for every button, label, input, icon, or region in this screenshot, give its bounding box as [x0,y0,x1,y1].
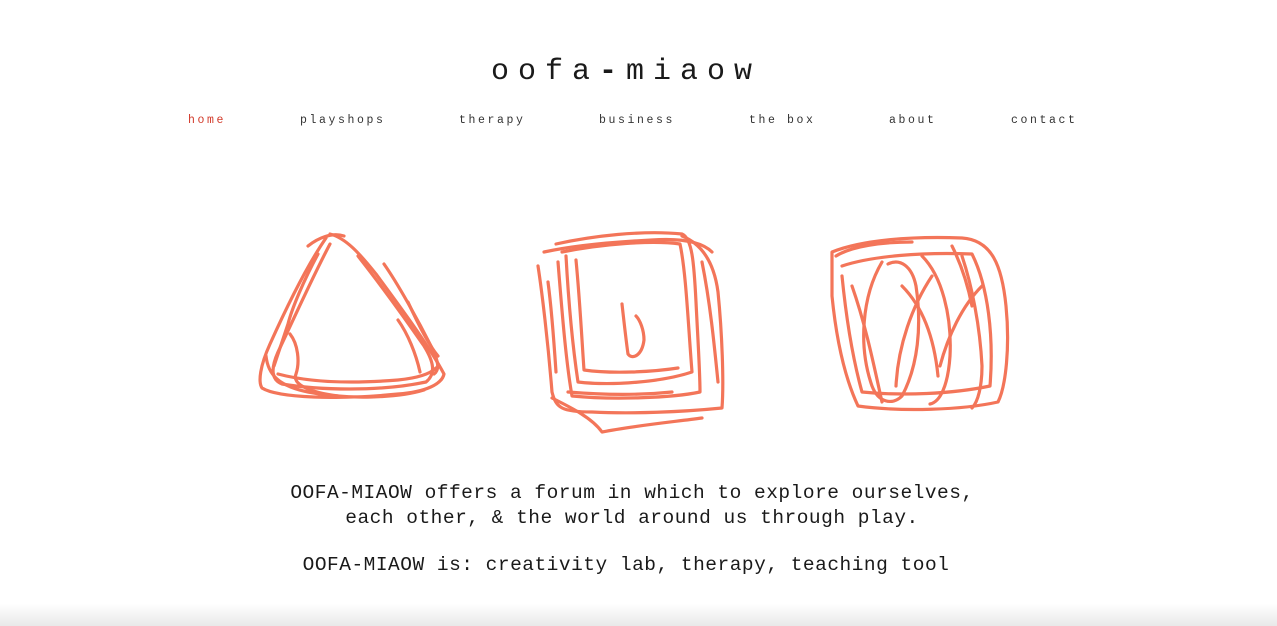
circle-scribble-image [830,235,1010,412]
bottom-shadow [0,604,1277,626]
nav-about[interactable]: about [889,112,937,130]
intro-tagline: OOFA-MIAOW offers a forum in which to ex… [0,481,1264,531]
title-dash: - [598,55,626,89]
nav-contact[interactable]: contact [1011,112,1078,130]
triangle-scribble-image [258,232,446,399]
intro-description: OOFA-MIAOW is: creativity lab, therapy, … [302,554,950,576]
square-scribble-image [536,231,725,434]
nav-playshops[interactable]: playshops [300,112,386,130]
hero-drawings [240,218,1040,448]
title-part-oofa: oofa [490,55,599,89]
nav-therapy[interactable]: therapy [459,112,526,130]
nav-home[interactable]: home [188,112,226,130]
site-title[interactable]: oofa-miaow [0,52,1252,92]
main-nav: home playshops therapy business the box … [0,112,1277,132]
nav-the-box[interactable]: the box [749,112,816,130]
intro-line-1: OOFA-MIAOW offers a forum in which to ex… [290,482,974,504]
nav-business[interactable]: business [599,112,675,130]
intro-line-2: each other, & the world around us throug… [345,507,919,529]
title-part-miaow: miaow [626,55,762,89]
